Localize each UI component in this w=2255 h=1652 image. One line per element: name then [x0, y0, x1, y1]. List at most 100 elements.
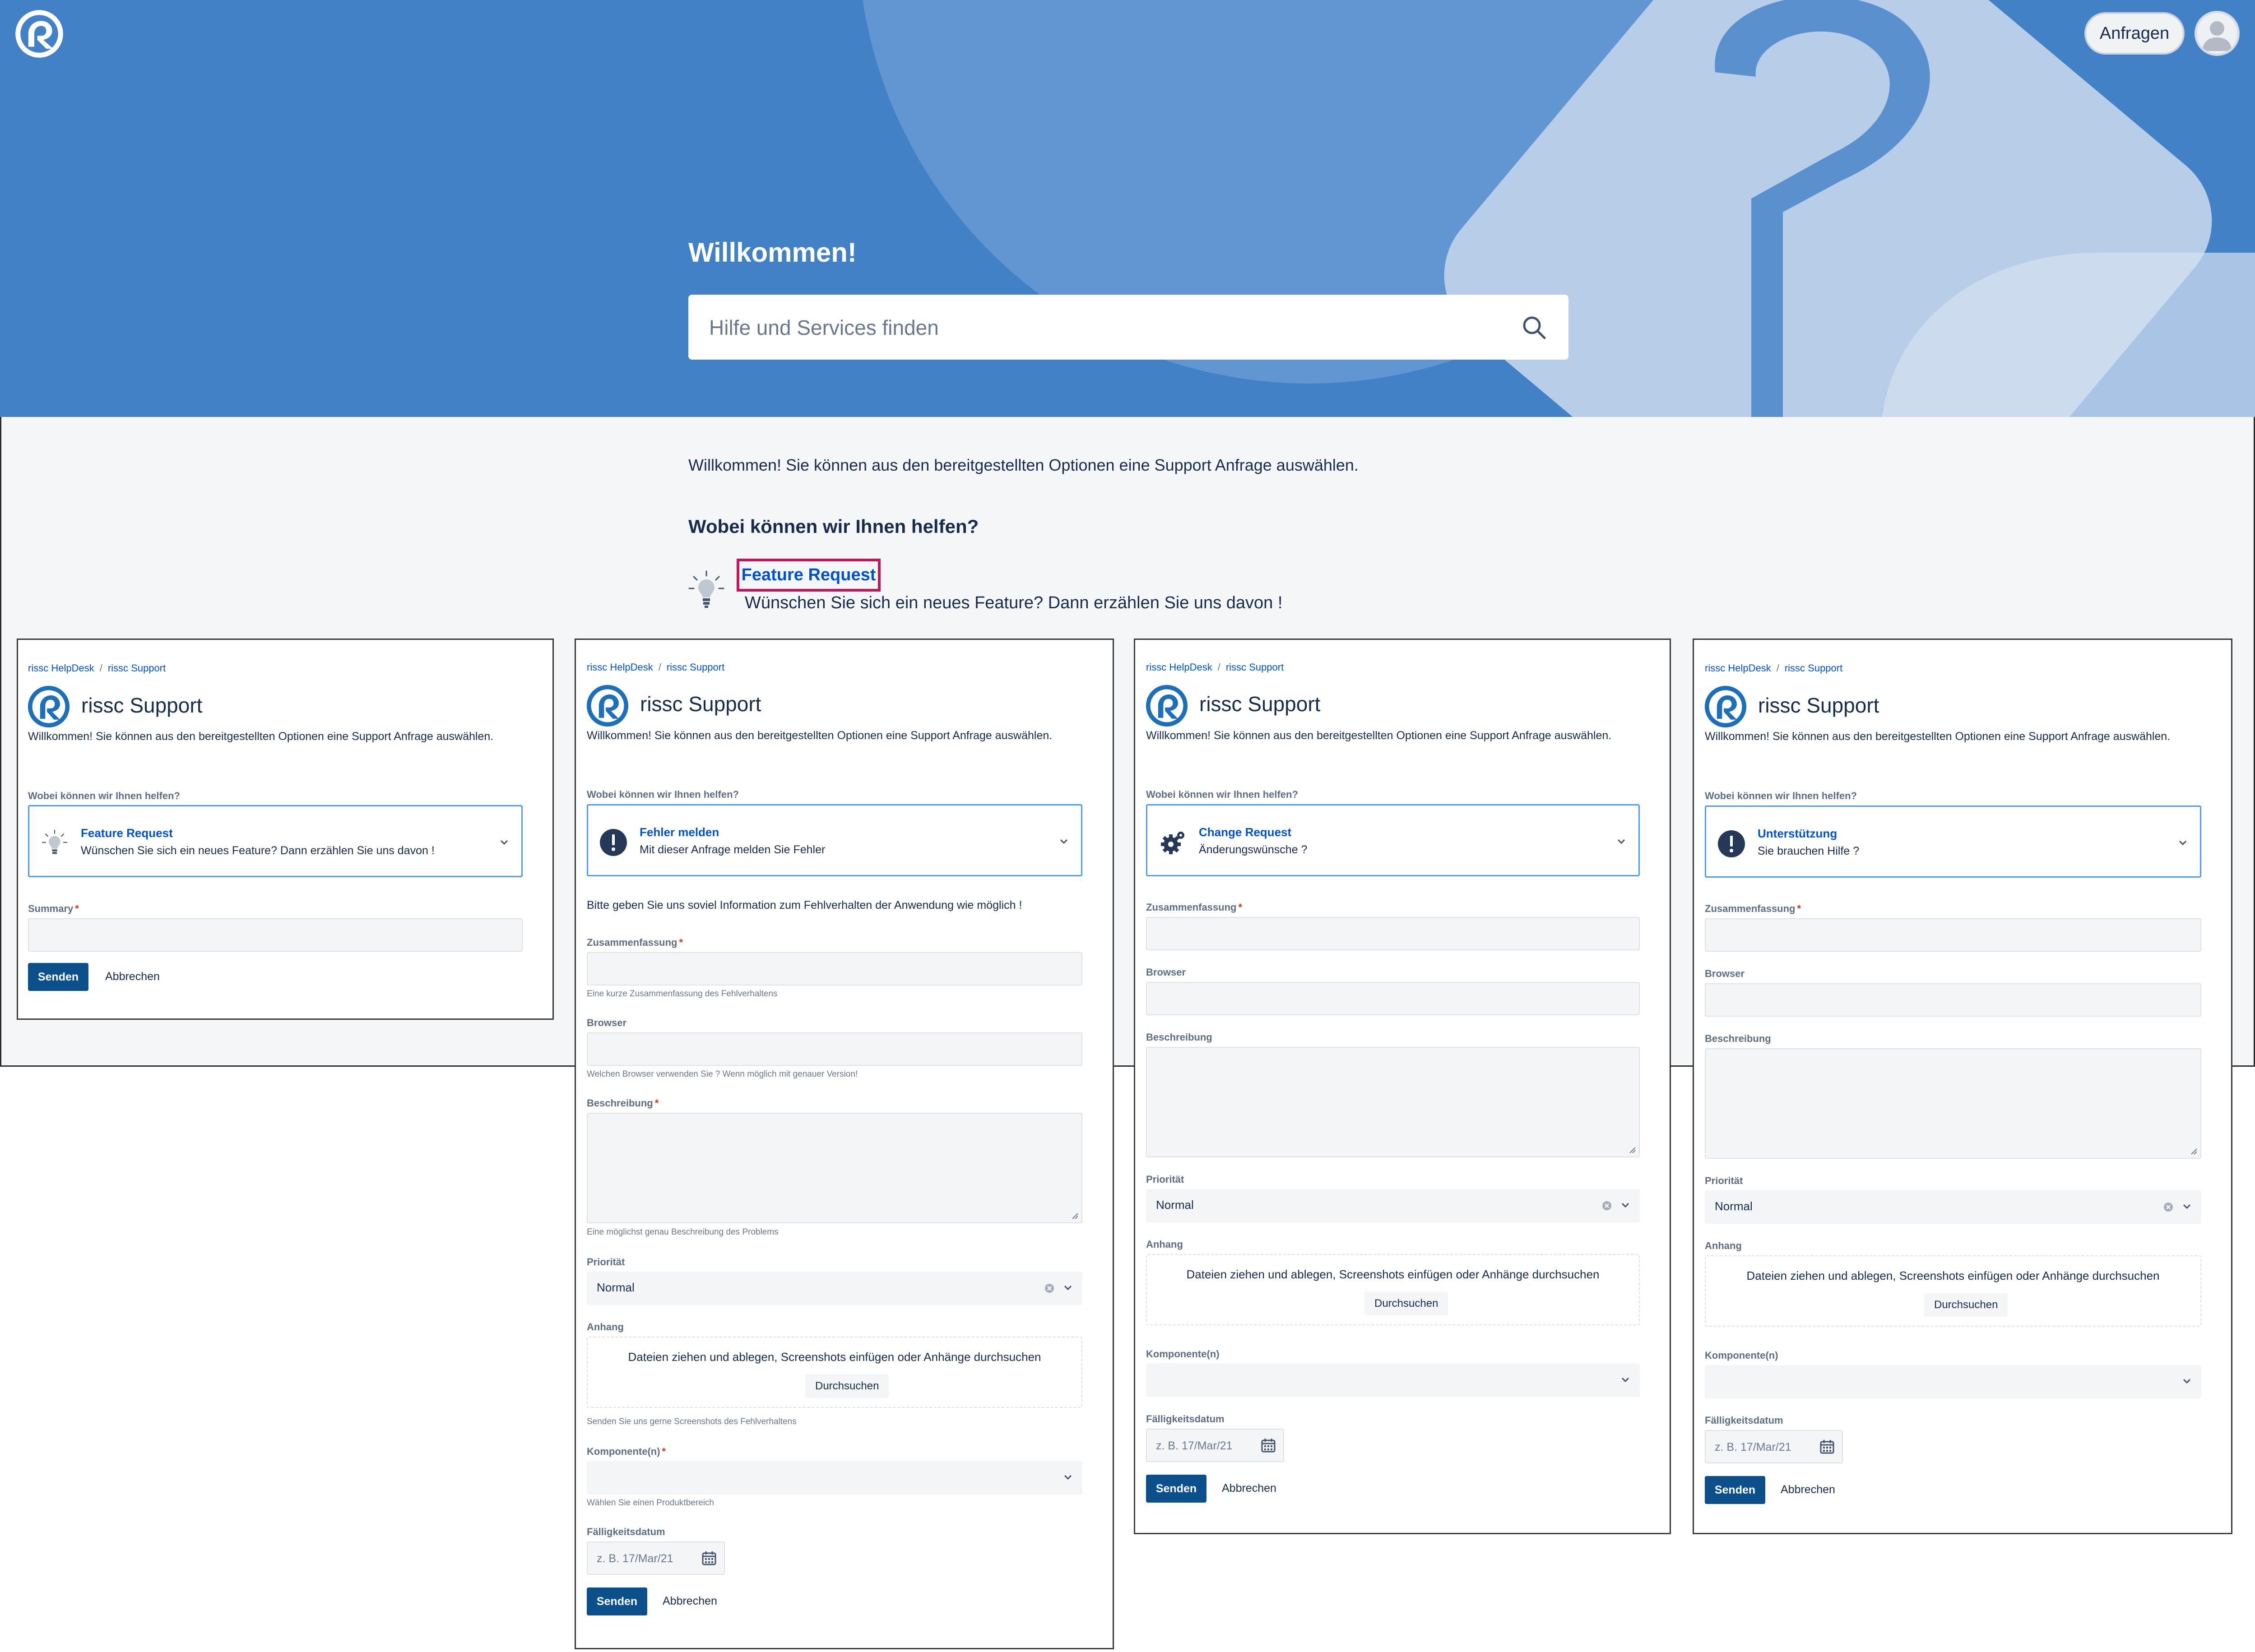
help-question: Wobei können wir Ihnen helfen?: [688, 516, 979, 537]
date-placeholder: z. B. 17/Mar/21: [597, 1552, 673, 1565]
cancel-button[interactable]: Abbrechen: [1222, 1482, 1276, 1495]
browse-button[interactable]: Durchsuchen: [1924, 1293, 2008, 1317]
request-type-name: Unterstützung: [1758, 827, 1837, 840]
cancel-button[interactable]: Abbrechen: [105, 970, 160, 983]
attachment-help: Senden Sie uns gerne Screenshots des Feh…: [587, 1417, 797, 1426]
attachment-dropzone[interactable]: Dateien ziehen und ablegen, Screenshots …: [587, 1337, 1082, 1408]
components-label: Komponente(n): [1146, 1348, 1220, 1360]
breadcrumb-helpdesk[interactable]: rissc HelpDesk: [28, 662, 94, 674]
browser-input[interactable]: [1705, 983, 2201, 1017]
anfragen-button[interactable]: Anfragen: [2084, 12, 2185, 55]
feature-request-form-panel: rissc HelpDesk / rissc Support rissc Suppo…: [17, 639, 554, 1020]
request-type-select[interactable]: Fehler melden Mit dieser Anfrage melden …: [587, 804, 1082, 876]
attachment-label: Anhang: [1705, 1240, 1742, 1251]
breadcrumb-helpdesk[interactable]: rissc HelpDesk: [1146, 662, 1212, 673]
summary-input[interactable]: [587, 952, 1082, 986]
dropzone-text: Dateien ziehen und ablegen, Screenshots …: [1746, 1269, 2160, 1282]
lightbulb-icon: [688, 570, 724, 608]
priority-select[interactable]: Normal: [1146, 1189, 1640, 1222]
request-type-select[interactable]: Unterstützung Sie brauchen Hilfe ?: [1705, 805, 2201, 878]
cancel-button[interactable]: Abbrechen: [663, 1595, 717, 1608]
due-date-label: Fälligkeitsdatum: [587, 1526, 665, 1537]
attachment-label: Anhang: [1146, 1239, 1183, 1250]
request-type-select[interactable]: Feature Request Wünschen Sie sich ein ne…: [28, 805, 523, 877]
resize-grip-icon[interactable]: [1626, 1144, 1636, 1154]
priority-select[interactable]: Normal: [587, 1272, 1082, 1305]
due-date-label: Fälligkeitsdatum: [1146, 1413, 1225, 1425]
calendar-icon[interactable]: [1261, 1438, 1276, 1453]
components-select[interactable]: [1146, 1364, 1640, 1397]
welcome-title: Willkommen!: [688, 237, 857, 268]
feature-request-link[interactable]: Feature Request: [737, 559, 881, 592]
search-input[interactable]: [708, 295, 1477, 361]
dropzone-text: Dateien ziehen und ablegen, Screenshots …: [1186, 1268, 1600, 1281]
summary-input[interactable]: [1705, 918, 2201, 952]
cancel-button[interactable]: Abbrechen: [1781, 1483, 1835, 1496]
help-question-label: Wobei können wir Ihnen helfen?: [1705, 790, 1857, 801]
description-textarea[interactable]: [587, 1113, 1082, 1223]
browser-label: Browser: [1705, 968, 1745, 979]
components-select[interactable]: [1705, 1365, 2201, 1398]
chevron-down-icon: [1064, 1475, 1072, 1480]
resize-grip-icon[interactable]: [2188, 1145, 2198, 1155]
priority-select[interactable]: Normal: [1705, 1190, 2201, 1224]
feature-request-description: Wünschen Sie sich ein neues Feature? Dan…: [745, 593, 1283, 612]
user-avatar[interactable]: [2195, 11, 2240, 56]
send-button[interactable]: Senden: [28, 963, 88, 991]
clear-icon[interactable]: [1044, 1282, 1055, 1294]
request-type-name: Fehler melden: [640, 825, 719, 839]
breadcrumb-support[interactable]: rissc Support: [1226, 662, 1284, 673]
browse-button[interactable]: Durchsuchen: [1364, 1292, 1448, 1315]
breadcrumb: rissc HelpDesk / rissc Support: [587, 662, 724, 673]
summary-input[interactable]: [28, 918, 523, 952]
breadcrumb: rissc HelpDesk / rissc Support: [1146, 662, 1284, 673]
panel-title: rissc Support: [640, 692, 761, 716]
components-select[interactable]: [587, 1461, 1082, 1495]
browser-label: Browser: [1146, 967, 1186, 978]
browser-input[interactable]: [587, 1032, 1082, 1066]
rissc-logo[interactable]: [14, 9, 64, 59]
panel-title: rissc Support: [81, 694, 203, 717]
search-icon[interactable]: [1521, 315, 1547, 341]
attachment-dropzone[interactable]: Dateien ziehen und ablegen, Screenshots …: [1705, 1255, 2201, 1327]
panel-intro: Willkommen! Sie können aus den bereitges…: [28, 730, 494, 743]
due-date-input[interactable]: z. B. 17/Mar/21: [587, 1541, 725, 1575]
due-date-input[interactable]: z. B. 17/Mar/21: [1146, 1429, 1284, 1462]
panel-intro: Willkommen! Sie können aus den bereitges…: [1705, 730, 2171, 743]
breadcrumb: rissc HelpDesk / rissc Support: [1705, 662, 1842, 674]
clear-icon[interactable]: [1601, 1200, 1613, 1212]
breadcrumb-support[interactable]: rissc Support: [1785, 662, 1842, 674]
browser-input[interactable]: [1146, 982, 1640, 1015]
calendar-icon[interactable]: [1819, 1439, 1835, 1454]
attachment-dropzone[interactable]: Dateien ziehen und ablegen, Screenshots …: [1146, 1254, 1640, 1325]
due-date-input[interactable]: z. B. 17/Mar/21: [1705, 1430, 1843, 1463]
breadcrumb-helpdesk[interactable]: rissc HelpDesk: [1705, 662, 1771, 674]
search-box: [688, 295, 1568, 361]
breadcrumb-helpdesk[interactable]: rissc HelpDesk: [587, 662, 653, 673]
chevron-down-icon: [1617, 839, 1625, 844]
gears-icon: [1161, 832, 1184, 854]
send-button[interactable]: Senden: [1705, 1476, 1765, 1504]
breadcrumb: rissc HelpDesk / rissc Support: [28, 662, 166, 674]
resize-grip-icon[interactable]: [1069, 1210, 1079, 1220]
description-label: Beschreibung: [1705, 1033, 1771, 1044]
summary-label: Zusammenfassung *: [587, 937, 683, 948]
breadcrumb-support[interactable]: rissc Support: [667, 662, 724, 673]
calendar-icon[interactable]: [701, 1550, 717, 1566]
request-type-name: Change Request: [1199, 825, 1292, 839]
breadcrumb-support[interactable]: rissc Support: [108, 662, 166, 674]
priority-value: Normal: [597, 1281, 635, 1294]
description-textarea[interactable]: [1146, 1047, 1640, 1157]
browse-button[interactable]: Durchsuchen: [805, 1374, 889, 1398]
send-button[interactable]: Senden: [587, 1587, 647, 1615]
due-date-label: Fälligkeitsdatum: [1705, 1415, 1783, 1426]
send-button[interactable]: Senden: [1146, 1475, 1206, 1503]
change-request-form-panel: rissc HelpDesk / rissc Support rissc Suppo…: [1134, 639, 1671, 1534]
bug-report-form-panel: rissc HelpDesk / rissc Support rissc Suppo…: [575, 639, 1114, 1649]
description-textarea[interactable]: [1705, 1048, 2201, 1159]
intro-text: Willkommen! Sie können aus den bereitges…: [688, 456, 1359, 474]
request-type-select[interactable]: Change Request Änderungswünsche ?: [1146, 804, 1640, 876]
summary-input[interactable]: [1146, 917, 1640, 950]
rissc-support-logo: [28, 685, 70, 728]
clear-icon[interactable]: [2162, 1201, 2174, 1213]
